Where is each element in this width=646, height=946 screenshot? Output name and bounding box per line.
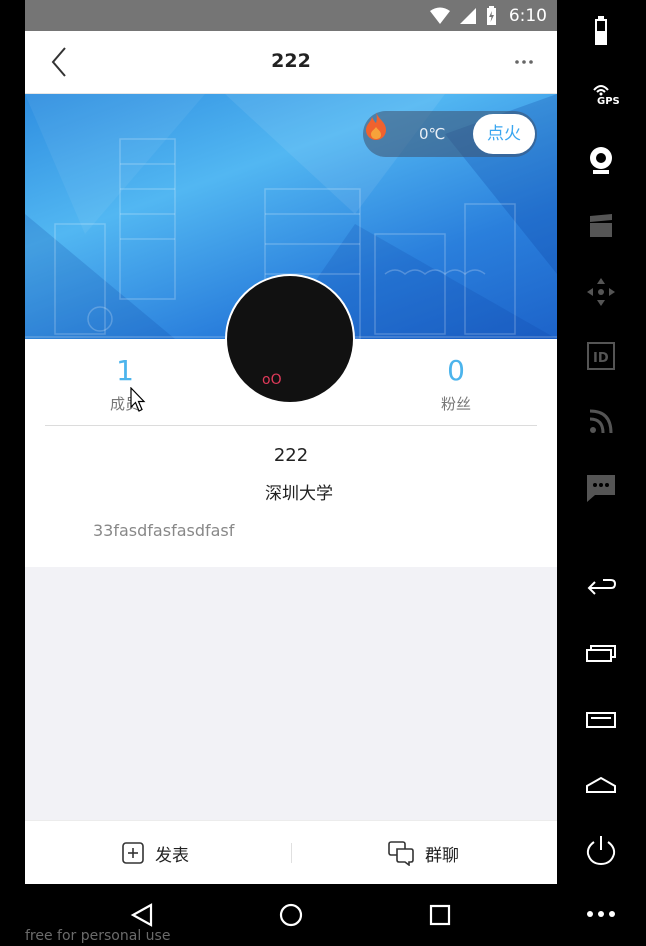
group-chat-button[interactable]: 群聊 <box>387 821 459 884</box>
signal-icon <box>459 8 476 24</box>
battery-icon <box>595 16 607 45</box>
more-dots-icon <box>515 60 533 64</box>
emulator-side-panel: GPS ID <box>557 0 646 946</box>
gps-label: GPS <box>597 96 620 107</box>
emu-back-button[interactable] <box>583 570 619 606</box>
status-icons: 6:10 <box>429 6 547 26</box>
recents-stack-icon <box>586 645 616 662</box>
group-description: 33fasdfasfasdfasf <box>93 521 235 540</box>
members-count: 1 <box>116 354 134 387</box>
heat-temperature: 0℃ <box>419 125 446 143</box>
square-recents-icon <box>429 904 451 926</box>
media-button[interactable] <box>583 208 619 244</box>
power-icon <box>586 836 616 866</box>
status-time: 6:10 <box>508 6 547 26</box>
dpad-button[interactable] <box>583 274 619 310</box>
fans-count: 0 <box>447 354 465 387</box>
chat-bubbles-icon <box>388 841 414 866</box>
ignite-button[interactable]: 点火 <box>473 114 535 154</box>
device-id-label: ID <box>593 351 609 366</box>
bottom-bar-separator <box>291 843 292 863</box>
mouse-pointer-icon <box>130 387 146 412</box>
webcam-icon <box>590 147 612 174</box>
android-navigation-bar: free for personal use <box>25 884 557 946</box>
more-button[interactable] <box>509 51 539 73</box>
fans-stat[interactable]: 0 粉丝 <box>396 351 516 414</box>
fans-label: 粉丝 <box>440 395 471 413</box>
watermark-text: free for personal use <box>25 928 171 944</box>
status-bar: 6:10 <box>25 0 557 31</box>
group-name: 222 <box>273 445 309 466</box>
wifi-icon <box>429 7 450 24</box>
group-page: 222 0℃ 点火 1 成员 0 粉丝 222 深圳大学 33fasdfasfa… <box>25 31 557 884</box>
home-icon <box>586 776 616 793</box>
group-avatar[interactable]: oO <box>225 274 355 404</box>
battery-charging-icon <box>486 6 496 25</box>
android-recents-button[interactable] <box>425 900 455 930</box>
members-stat[interactable]: 1 成员 <box>65 351 185 414</box>
divider <box>45 425 537 426</box>
emu-menu-button[interactable] <box>583 702 619 738</box>
rss-icon <box>589 409 613 434</box>
heat-indicator: 0℃ 点火 <box>363 111 537 157</box>
post-button[interactable]: 发表 <box>121 821 189 884</box>
clapperboard-icon <box>590 214 612 237</box>
flame-icon <box>366 112 386 140</box>
device-screen: 6:10 222 0℃ 点火 1 成员 0 粉丝 222 深圳大学 33fasd… <box>25 0 557 946</box>
circle-home-icon <box>279 903 303 927</box>
school-name: 深圳大学 <box>265 484 333 504</box>
avatar-text: oO <box>262 372 282 388</box>
bottom-action-bar: 发表 群聊 <box>25 820 557 884</box>
group-chat-label: 群聊 <box>425 845 459 866</box>
gps-icon <box>593 85 609 96</box>
rss-button[interactable] <box>583 404 619 440</box>
more-dots-icon <box>587 911 615 917</box>
emu-home-button[interactable] <box>583 768 619 804</box>
emu-recents-button[interactable] <box>583 636 619 672</box>
android-home-button[interactable] <box>276 900 306 930</box>
post-label: 发表 <box>155 845 189 866</box>
back-arrow-icon <box>587 579 617 595</box>
sms-button[interactable] <box>583 470 619 506</box>
triangle-back-icon <box>130 903 153 927</box>
device-id-button[interactable]: ID <box>583 338 619 374</box>
add-post-icon <box>122 842 144 864</box>
dpad-icon <box>587 278 615 306</box>
page-title: 222 <box>271 50 311 72</box>
id-card-icon: ID <box>587 342 615 370</box>
emu-more-button[interactable] <box>583 896 619 932</box>
camera-button[interactable] <box>583 142 619 178</box>
message-icon <box>587 475 615 502</box>
members-label: 成员 <box>109 395 140 413</box>
top-navbar: 222 <box>25 31 557 94</box>
menu-icon <box>586 712 616 728</box>
battery-button[interactable] <box>583 14 619 50</box>
emu-power-button[interactable] <box>583 832 619 868</box>
android-back-button[interactable] <box>127 900 157 930</box>
